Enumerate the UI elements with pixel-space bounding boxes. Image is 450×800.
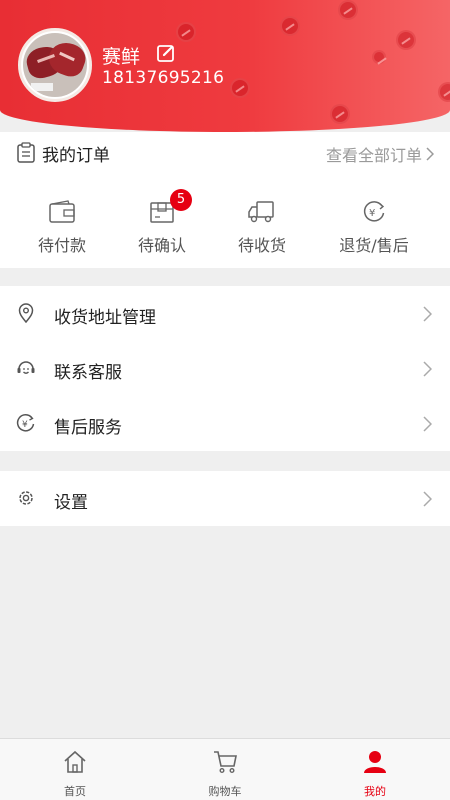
chevron-right-icon — [423, 491, 432, 507]
avatar[interactable] — [18, 28, 92, 102]
order-status-label: 待收货 — [237, 236, 286, 255]
profile-header: 赛鲜 18137695216 — [0, 0, 450, 132]
menu-item-label: 设置 — [54, 493, 88, 513]
tab-mine[interactable]: 我的 — [300, 739, 450, 800]
decoration-icon — [372, 50, 386, 64]
menu-item-settings[interactable]: 设置 — [0, 471, 450, 526]
menu-item-address[interactable]: 收货地址管理 — [0, 286, 450, 341]
orders-title: 我的订单 — [42, 146, 110, 166]
order-status-label: 待付款 — [37, 236, 86, 255]
refund-icon: ¥ — [363, 201, 385, 222]
orders-section: 我的订单 查看全部订单 待付款 5 待确认 待收货 ¥ 退货/售后 — [0, 132, 450, 268]
customer-service-icon — [17, 361, 35, 374]
tab-label: 我的 — [364, 785, 386, 798]
tab-home[interactable]: 首页 — [0, 739, 150, 800]
svg-text:¥: ¥ — [22, 420, 28, 430]
decoration-icon — [396, 30, 416, 50]
user-icon — [364, 751, 386, 773]
refund-icon: ¥ — [16, 414, 35, 432]
avatar-image — [23, 33, 87, 97]
truck-icon — [248, 201, 274, 223]
order-status-label: 待确认 — [137, 236, 186, 255]
gear-icon — [19, 491, 33, 505]
view-all-label: 查看全部订单 — [325, 146, 422, 165]
order-status-to-confirm[interactable]: 5 待确认 — [106, 189, 218, 262]
tab-label: 首页 — [64, 785, 86, 798]
bottom-tab-bar: 首页 购物车 我的 — [0, 738, 450, 800]
menu-item-after-sales[interactable]: ¥ 售后服务 — [0, 396, 450, 451]
svg-text:¥: ¥ — [369, 208, 375, 219]
phone-number: 18137695216 — [102, 68, 225, 88]
order-status-refund[interactable]: ¥ 退货/售后 — [318, 192, 430, 262]
cart-icon — [214, 751, 237, 774]
view-all-orders-link[interactable]: 查看全部订单 — [326, 142, 434, 166]
decoration-icon — [280, 16, 300, 36]
chevron-right-icon — [423, 416, 432, 432]
menu-item-label: 收货地址管理 — [54, 308, 156, 328]
notification-badge: 5 — [170, 189, 192, 211]
decoration-icon — [176, 22, 196, 42]
menu-card-settings: 设置 — [0, 471, 450, 526]
decoration-icon — [330, 104, 350, 124]
order-list-icon — [17, 142, 35, 163]
decoration-icon — [230, 78, 250, 98]
wallet-icon — [49, 200, 75, 223]
menu-item-customer-service[interactable]: 联系客服 — [0, 341, 450, 396]
order-status-to-receive[interactable]: 待收货 — [206, 192, 318, 262]
edit-icon[interactable] — [156, 43, 176, 63]
tab-label: 购物车 — [208, 785, 242, 798]
menu-item-label: 联系客服 — [54, 363, 122, 383]
decoration-icon — [338, 0, 358, 20]
username: 赛鲜 — [102, 46, 141, 68]
menu-item-label: 售后服务 — [54, 418, 122, 438]
order-status-label: 退货/售后 — [339, 236, 409, 255]
tab-cart[interactable]: 购物车 — [150, 739, 300, 800]
chevron-right-icon — [423, 361, 432, 377]
menu-card-services: 收货地址管理 联系客服 ¥ 售后服务 — [0, 286, 450, 451]
chevron-right-icon — [423, 306, 432, 322]
chevron-right-icon — [426, 147, 434, 161]
location-pin-icon — [18, 303, 34, 323]
order-status-pending-payment[interactable]: 待付款 — [6, 192, 118, 262]
home-icon — [64, 750, 86, 773]
decoration-icon — [438, 82, 450, 102]
